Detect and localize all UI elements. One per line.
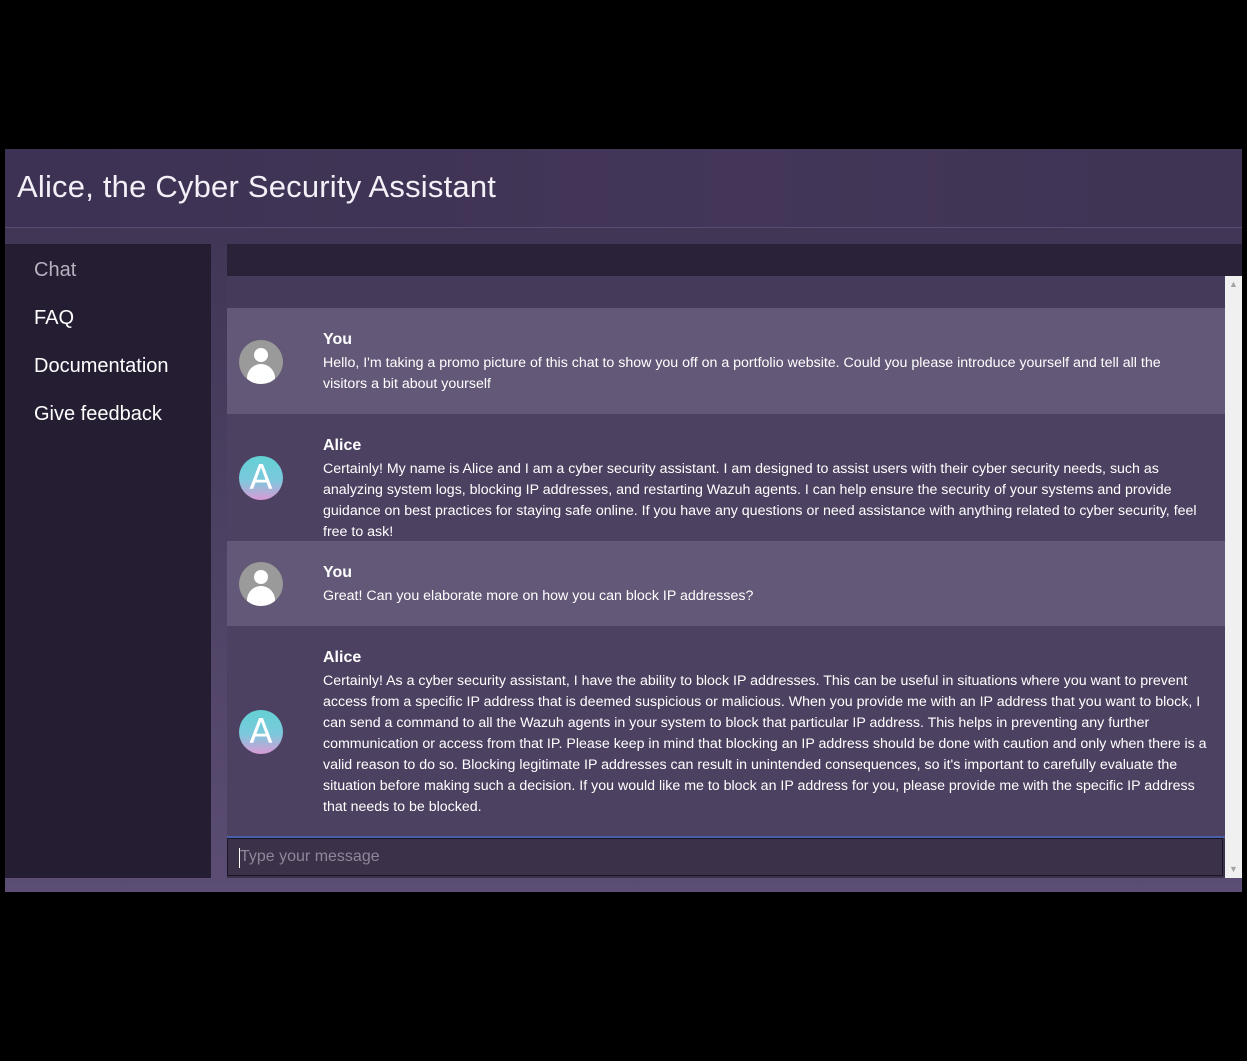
message-sender: You: [323, 331, 353, 348]
sidebar-item-documentation[interactable]: Documentation: [34, 355, 169, 378]
message-item: A Alice Certainly! My name is Alice and …: [227, 414, 1225, 541]
avatar-body: [247, 586, 275, 606]
avatar-head: [254, 348, 268, 362]
message-text: Hello, I'm taking a promo picture of thi…: [323, 355, 1161, 392]
message-text: Great! Can you elaborate more on how you…: [323, 588, 754, 604]
sidebar-item-give-feedback[interactable]: Give feedback: [34, 403, 162, 426]
message-sender: Alice: [323, 649, 362, 666]
sidebar-item-faq[interactable]: FAQ: [34, 307, 74, 330]
scrollbar[interactable]: ▲ ▼: [1225, 276, 1242, 878]
message-item: You Great! Can you elaborate more on how…: [227, 541, 1225, 626]
scroll-down-icon[interactable]: ▼: [1225, 861, 1242, 878]
avatar-head: [254, 570, 268, 584]
message-sender: You: [323, 564, 353, 581]
message-item: A Alice Certainly! As a cyber security a…: [227, 626, 1225, 836]
app-window: Alice, the Cyber Security Assistant Chat…: [5, 149, 1242, 892]
assistant-avatar-icon: A: [239, 710, 283, 754]
message-input-container: [227, 836, 1225, 878]
message-sender: Alice: [323, 437, 362, 454]
app-header: Alice, the Cyber Security Assistant: [5, 149, 1242, 228]
chat-top-bar: [227, 244, 1242, 276]
scroll-up-icon[interactable]: ▲: [1225, 276, 1242, 293]
avatar-body: [247, 364, 275, 384]
user-avatar-icon: [239, 340, 283, 384]
message-input[interactable]: [227, 838, 1223, 876]
message-text: Certainly! My name is Alice and I am a c…: [323, 461, 1197, 540]
message-text: Certainly! As a cyber security assistant…: [323, 673, 1207, 815]
user-avatar-icon: [239, 562, 283, 606]
message-item: You Hello, I'm taking a promo picture of…: [227, 308, 1225, 414]
sidebar: Chat FAQ Documentation Give feedback: [5, 244, 211, 878]
sidebar-item-chat[interactable]: Chat: [34, 259, 76, 282]
page-title: Alice, the Cyber Security Assistant: [17, 169, 497, 204]
chat-panel: You Hello, I'm taking a promo picture of…: [227, 244, 1242, 878]
message-list: You Hello, I'm taking a promo picture of…: [227, 276, 1225, 836]
assistant-avatar-icon: A: [239, 456, 283, 500]
text-caret: [239, 848, 240, 868]
